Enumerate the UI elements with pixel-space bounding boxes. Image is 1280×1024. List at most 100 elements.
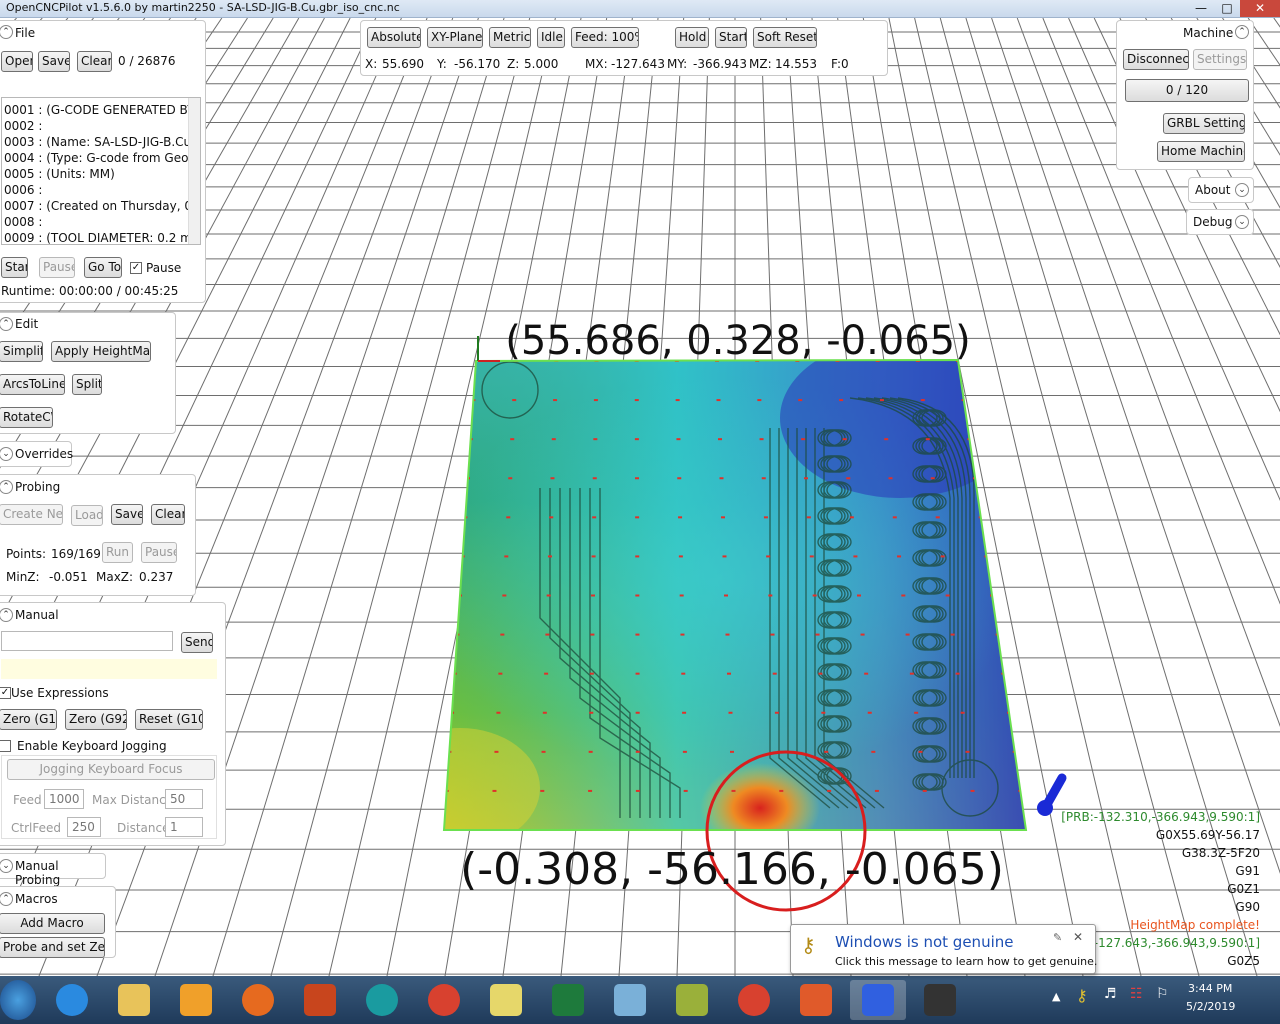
ie-icon[interactable] bbox=[44, 980, 100, 1020]
opencncpilot-icon[interactable] bbox=[850, 980, 906, 1020]
machine-collapse-icon[interactable]: ⌃ bbox=[1235, 25, 1249, 39]
zero-g92-button[interactable]: Zero (G92) bbox=[65, 709, 127, 730]
gcode-list[interactable]: 0001 : (G-CODE GENERATED BY FL0002 :0003… bbox=[1, 97, 201, 245]
start-menu-icon[interactable] bbox=[0, 980, 36, 1020]
manual-probing-title[interactable]: Manual Probing bbox=[15, 859, 105, 887]
simplify-button[interactable]: Simplify bbox=[0, 341, 43, 362]
edit-collapse-icon[interactable]: ⌃ bbox=[0, 317, 13, 331]
settings-button[interactable]: Settings bbox=[1193, 49, 1247, 70]
gcode-line[interactable]: 0002 : bbox=[2, 118, 190, 134]
genuine-notification[interactable]: ⚷ Windows is not genuine Click this mess… bbox=[790, 924, 1097, 974]
pause-file-button[interactable]: Pause bbox=[39, 257, 75, 278]
split-button[interactable]: Split bbox=[72, 374, 102, 395]
console-line: HeightMap complete! bbox=[1130, 918, 1260, 932]
app-window-icon[interactable] bbox=[788, 980, 844, 1020]
manual-probing-expand-icon[interactable]: ⌄ bbox=[0, 859, 13, 873]
arduino-icon[interactable] bbox=[354, 980, 410, 1020]
clock-date[interactable]: 5/2/2019 bbox=[1186, 1000, 1235, 1013]
action-center-icon[interactable]: ⚐ bbox=[1156, 986, 1169, 1002]
max-distance-input[interactable]: 50 bbox=[165, 789, 203, 809]
about-title[interactable]: About bbox=[1195, 183, 1230, 197]
firefox-icon[interactable] bbox=[230, 980, 286, 1020]
grbl-settings-button[interactable]: GRBL Settings bbox=[1163, 113, 1245, 134]
debug-expand-icon[interactable]: ⌄ bbox=[1235, 215, 1249, 229]
absolute-button[interactable]: Absolute bbox=[367, 27, 421, 48]
rotate-cw-button[interactable]: RotateCW bbox=[0, 407, 53, 428]
goto-button[interactable]: Go To bbox=[84, 257, 122, 278]
gcode-line[interactable]: 0003 : (Name: SA-LSD-JIG-B.Cu.gb bbox=[2, 134, 190, 150]
probing-collapse-icon[interactable]: ⌃ bbox=[0, 480, 13, 494]
start-file-button[interactable]: Start bbox=[1, 257, 28, 278]
manual-command-input[interactable] bbox=[1, 631, 173, 651]
tray-key-icon[interactable]: ⚷ bbox=[1076, 986, 1088, 1005]
notes-icon[interactable] bbox=[478, 980, 534, 1020]
app-chart-icon[interactable] bbox=[664, 980, 720, 1020]
soft-reset-button[interactable]: Soft Reset bbox=[753, 27, 817, 48]
keyboard-jogging-checkbox[interactable] bbox=[0, 740, 11, 752]
minimize-icon[interactable]: — bbox=[1188, 0, 1214, 17]
maximize-icon[interactable]: □ bbox=[1214, 0, 1240, 17]
add-macro-button[interactable]: Add Macro bbox=[0, 913, 105, 934]
gcode-line[interactable]: 0005 : (Units: MM) bbox=[2, 166, 190, 182]
notification-close-icon[interactable]: ✕ bbox=[1073, 930, 1083, 944]
about-panel: About ⌄ bbox=[1188, 177, 1254, 203]
xy-plane-button[interactable]: XY-Plane bbox=[427, 27, 483, 48]
reset-g10-button[interactable]: Reset (G10) bbox=[135, 709, 203, 730]
manual-collapse-icon[interactable]: ⌃ bbox=[0, 608, 13, 622]
hold-button[interactable]: Hold bbox=[675, 27, 709, 48]
app-r-icon[interactable] bbox=[292, 980, 348, 1020]
open-button[interactable]: Open bbox=[1, 51, 33, 72]
gcode-line[interactable]: 0006 : bbox=[2, 182, 190, 198]
gcode-line[interactable]: 0004 : (Type: G-code from Geome bbox=[2, 150, 190, 166]
excel-icon[interactable] bbox=[540, 980, 596, 1020]
overrides-expand-icon[interactable]: ⌄ bbox=[0, 447, 13, 461]
gcode-line[interactable]: 0009 : (TOOL DIAMETER: 0.2 mm) bbox=[2, 230, 190, 244]
notification-options-icon[interactable]: ✎ bbox=[1053, 931, 1062, 944]
chrome-2-icon[interactable] bbox=[726, 980, 782, 1020]
clock-time[interactable]: 3:44 PM bbox=[1188, 982, 1232, 995]
distance-input[interactable]: 1 bbox=[165, 817, 203, 837]
pause-probe-button[interactable]: Pause bbox=[141, 542, 177, 563]
pause-checkbox[interactable]: ✓ bbox=[130, 262, 142, 274]
metric-button[interactable]: Metric bbox=[489, 27, 531, 48]
ctrlfeed-input[interactable]: 250 bbox=[67, 817, 101, 837]
close-icon[interactable]: ✕ bbox=[1240, 0, 1280, 17]
clear-probe-button[interactable]: Clear bbox=[151, 504, 185, 525]
save-file-button[interactable]: Save bbox=[38, 51, 70, 72]
gcode-line[interactable]: 0008 : bbox=[2, 214, 190, 230]
macros-collapse-icon[interactable]: ⌃ bbox=[0, 892, 13, 906]
disconnect-button[interactable]: Disconnect bbox=[1123, 49, 1189, 70]
arcs-to-lines-button[interactable]: ArcsToLines bbox=[0, 374, 65, 395]
app-blue-icon[interactable] bbox=[602, 980, 658, 1020]
home-machine-button[interactable]: Home Machine bbox=[1157, 141, 1245, 162]
zero-g10-button[interactable]: Zero (G10) bbox=[0, 709, 57, 730]
send-button[interactable]: Send bbox=[181, 632, 213, 653]
tray-expand-icon[interactable]: ▲ bbox=[1052, 990, 1060, 1003]
idle-status[interactable]: Idle bbox=[537, 27, 565, 48]
jogging-focus-button[interactable]: Jogging Keyboard Focus bbox=[7, 759, 215, 780]
create-new-button[interactable]: Create New bbox=[0, 504, 63, 525]
clear-file-button[interactable]: Clear bbox=[77, 51, 112, 72]
volume-icon[interactable]: ♬ bbox=[1104, 986, 1117, 1002]
use-expressions-checkbox[interactable]: ✓ bbox=[0, 687, 11, 699]
overrides-title[interactable]: Overrides bbox=[15, 447, 73, 461]
media-player-icon[interactable] bbox=[168, 980, 224, 1020]
file-collapse-icon[interactable]: ⌃ bbox=[0, 25, 13, 39]
feed-input[interactable]: 1000 bbox=[44, 789, 84, 809]
run-probe-button[interactable]: Run bbox=[102, 542, 133, 563]
start-button[interactable]: Start bbox=[715, 27, 747, 48]
gcode-line[interactable]: 0001 : (G-CODE GENERATED BY FL bbox=[2, 102, 190, 118]
feed-override-button[interactable]: Feed: 100% bbox=[571, 27, 639, 48]
debug-title[interactable]: Debug bbox=[1193, 215, 1232, 229]
explorer-icon[interactable] bbox=[106, 980, 162, 1020]
chrome-icon[interactable] bbox=[416, 980, 472, 1020]
app-pipe-icon[interactable] bbox=[912, 980, 968, 1020]
gcode-scrollbar[interactable] bbox=[188, 98, 200, 244]
about-expand-icon[interactable]: ⌄ bbox=[1235, 183, 1249, 197]
load-button[interactable]: Load bbox=[71, 505, 103, 526]
network-icon[interactable]: ☷ bbox=[1130, 986, 1143, 1002]
gcode-line[interactable]: 0007 : (Created on Thursday, 02 M bbox=[2, 198, 190, 214]
save-probe-button[interactable]: Save bbox=[111, 504, 143, 525]
apply-heightmap-button[interactable]: Apply HeightMap bbox=[51, 341, 151, 362]
probe-set-zero-button[interactable]: Probe and set Zero bbox=[0, 937, 105, 958]
